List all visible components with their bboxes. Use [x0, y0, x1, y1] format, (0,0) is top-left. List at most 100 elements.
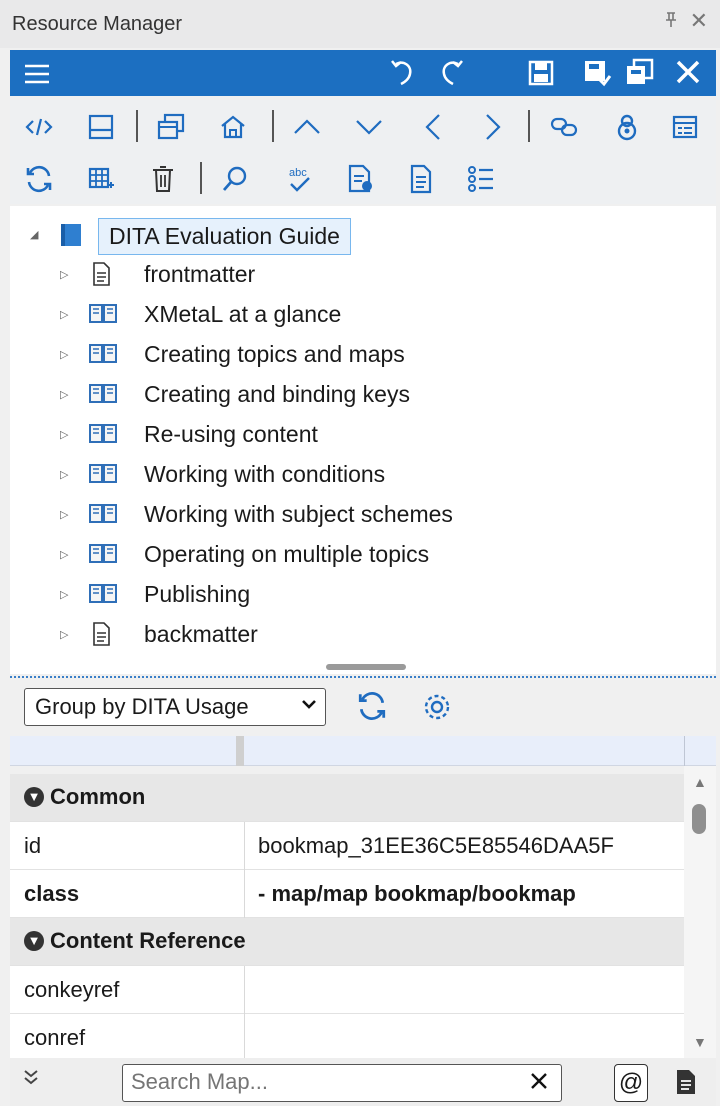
tree-item-label[interactable]: Working with conditions: [144, 461, 385, 488]
tree-item-label[interactable]: Creating topics and maps: [144, 341, 405, 368]
group-by-select[interactable]: Group by DITA Usage: [24, 688, 326, 726]
properties-list-icon[interactable]: [668, 110, 702, 144]
tree-root-label[interactable]: DITA Evaluation Guide: [98, 218, 351, 255]
scroll-down-icon[interactable]: ▼: [693, 1034, 707, 1050]
scroll-up-icon[interactable]: ▲: [693, 774, 707, 790]
tree-root[interactable]: ◢ DITA Evaluation Guide: [10, 214, 716, 255]
save-as-icon[interactable]: [624, 58, 654, 93]
property-key: conkeyref: [24, 977, 120, 1002]
expand-icon[interactable]: ▷: [60, 308, 68, 321]
expand-icon[interactable]: ▷: [60, 548, 68, 561]
tree-item[interactable]: ▷ Working with subject schemes: [10, 494, 716, 534]
gear-icon[interactable]: [422, 692, 452, 727]
search-input[interactable]: [123, 1065, 503, 1099]
expand-icon[interactable]: ▷: [60, 388, 68, 401]
tree-item[interactable]: ▷ frontmatter: [10, 254, 716, 294]
expand-icon[interactable]: ▷: [60, 268, 68, 281]
property-key: id: [24, 833, 42, 858]
windows-icon[interactable]: [154, 110, 188, 144]
collapse-panel-icon[interactable]: [22, 1068, 40, 1092]
move-down-icon[interactable]: [352, 110, 386, 144]
tree-item-label[interactable]: Working with subject schemes: [144, 501, 453, 528]
move-up-icon[interactable]: [290, 110, 324, 144]
document-settings-icon[interactable]: [344, 162, 378, 196]
panel-layout-icon[interactable]: [84, 110, 118, 144]
at-symbol-button[interactable]: @: [614, 1064, 648, 1102]
section-content-reference[interactable]: ▼ Content Reference: [10, 918, 684, 966]
property-row[interactable]: class - map/map bookmap/bookmap: [10, 870, 684, 918]
refresh-icon[interactable]: [22, 162, 56, 196]
undo-icon[interactable]: [388, 58, 418, 93]
collapse-section-icon[interactable]: ▼: [24, 931, 44, 951]
expand-icon[interactable]: ▷: [60, 348, 68, 361]
window-title: Resource Manager: [12, 12, 183, 35]
tree-item-label[interactable]: Re-using content: [144, 421, 318, 448]
save-icon[interactable]: [528, 60, 554, 91]
spellcheck-icon[interactable]: abc: [282, 162, 316, 196]
expand-icon[interactable]: ▷: [60, 628, 68, 641]
group-by-value: Group by DITA Usage: [35, 694, 249, 719]
book-icon: [88, 461, 118, 487]
search-icon[interactable]: [218, 162, 252, 196]
move-left-icon[interactable]: [416, 110, 450, 144]
redo-icon[interactable]: [436, 58, 466, 93]
save-all-icon[interactable]: [582, 58, 612, 93]
document-view-icon[interactable]: [674, 1068, 698, 1101]
tree-item-label[interactable]: Operating on multiple topics: [144, 541, 429, 568]
tree-item-label[interactable]: Creating and binding keys: [144, 381, 410, 408]
expand-icon[interactable]: ▷: [60, 508, 68, 521]
properties-scrollbar[interactable]: ▲ ▼: [684, 766, 716, 1058]
link-icon[interactable]: [548, 110, 582, 144]
properties-grid: ▼ Common id bookmap_31EE36C5E85546DAA5F c…: [10, 774, 684, 1058]
clear-search-icon[interactable]: [529, 1070, 549, 1098]
home-icon[interactable]: [216, 110, 250, 144]
tree-item[interactable]: ▷ XMetaL at a glance: [10, 294, 716, 334]
title-bar: Resource Manager ✕: [0, 0, 720, 48]
property-key: conref: [24, 1025, 86, 1050]
property-row[interactable]: conkeyref: [10, 966, 684, 1014]
collapse-section-icon[interactable]: ▼: [24, 787, 44, 807]
pin-icon[interactable]: [664, 12, 678, 33]
refresh-icon[interactable]: [356, 690, 388, 727]
expand-icon[interactable]: ▷: [60, 428, 68, 441]
tree-item[interactable]: ▷ Publishing: [10, 574, 716, 614]
tree-item-label[interactable]: frontmatter: [144, 261, 255, 288]
close-panel-button[interactable]: ✕: [690, 8, 708, 34]
property-row[interactable]: id bookmap_31EE36C5E85546DAA5F: [10, 822, 684, 870]
collapse-icon[interactable]: ◢: [30, 228, 38, 241]
column-divider: [244, 966, 245, 1014]
tree-item-label[interactable]: backmatter: [144, 621, 258, 648]
property-row[interactable]: conref: [10, 1014, 684, 1058]
tree-item[interactable]: ▷ Operating on multiple topics: [10, 534, 716, 574]
expand-icon[interactable]: ▷: [60, 468, 68, 481]
tree-item[interactable]: ▷ Creating and binding keys: [10, 374, 716, 414]
close-document-icon[interactable]: [674, 58, 702, 91]
move-right-icon[interactable]: [476, 110, 510, 144]
toolbar-separator: [200, 162, 202, 194]
pane-splitter[interactable]: [326, 664, 406, 670]
expand-icon[interactable]: ▷: [60, 588, 68, 601]
tree-item[interactable]: ▷ backmatter: [10, 614, 716, 654]
tree-item-label[interactable]: Publishing: [144, 581, 250, 608]
scroll-thumb[interactable]: [692, 804, 706, 834]
properties-header: [10, 736, 716, 766]
hamburger-menu-icon[interactable]: [24, 64, 50, 89]
tree-item[interactable]: ▷ Re-using content: [10, 414, 716, 454]
column-resizer[interactable]: [236, 736, 244, 766]
property-key: class: [24, 881, 80, 906]
tree-item[interactable]: ▷ Working with conditions: [10, 454, 716, 494]
source-view-icon[interactable]: [22, 110, 56, 144]
keys-icon[interactable]: [610, 110, 644, 144]
delete-icon[interactable]: [146, 162, 180, 196]
tree-item[interactable]: ▷ Creating topics and maps: [10, 334, 716, 374]
section-label: Common: [50, 784, 146, 809]
bookmap-icon: [58, 222, 84, 253]
checklist-icon[interactable]: [464, 162, 498, 196]
property-value[interactable]: bookmap_31EE36C5E85546DAA5F: [258, 833, 682, 859]
document-icon[interactable]: [404, 162, 438, 196]
section-common[interactable]: ▼ Common: [10, 774, 684, 822]
document-icon: [88, 261, 118, 287]
insert-table-icon[interactable]: [84, 162, 118, 196]
property-value[interactable]: - map/map bookmap/bookmap: [258, 881, 682, 907]
tree-item-label[interactable]: XMetaL at a glance: [144, 301, 341, 328]
